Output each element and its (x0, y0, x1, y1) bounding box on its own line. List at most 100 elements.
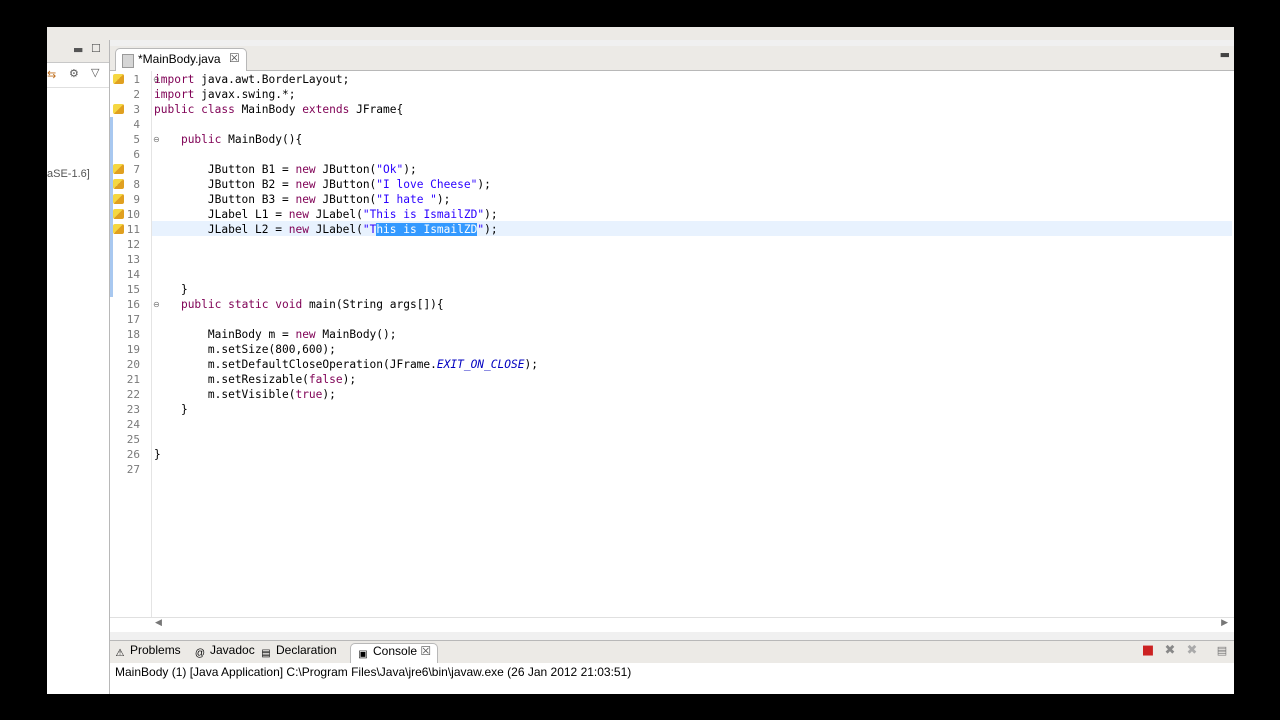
warning-icon[interactable] (113, 209, 124, 219)
code-line[interactable]: public static void main(String args[]){ (154, 297, 444, 312)
code-line[interactable]: JButton B3 = new JButton("I hate "); (154, 192, 451, 207)
code-line[interactable]: JButton B1 = new JButton("Ok"); (154, 162, 417, 177)
code-token: new (295, 163, 316, 176)
line-number: 3 (133, 103, 140, 116)
warning-icon[interactable] (113, 164, 124, 174)
code-token: new (295, 193, 316, 206)
code-area[interactable]: import java.awt.BorderLayout; import java… (151, 71, 1232, 617)
code-token: "T (362, 223, 377, 236)
code-token: "This is IsmailZD" (362, 208, 485, 221)
scroll-left-icon[interactable]: ◀ (155, 618, 162, 628)
line-number: 6 (133, 148, 140, 161)
horizontal-scrollbar[interactable]: ◀ ▶ (110, 617, 1234, 632)
warning-icon[interactable] (113, 179, 124, 189)
line-number: 12 (126, 238, 140, 251)
code-line[interactable]: } (154, 447, 161, 462)
tab-declaration[interactable]: ▤ Declaration (260, 643, 337, 663)
code-line[interactable]: m.setDefaultCloseOperation(JFrame.EXIT_O… (154, 357, 538, 372)
line-number: 24 (126, 418, 140, 431)
code-token: ); (322, 388, 336, 401)
tab-mainbody-java[interactable]: *MainBody.java ☒ (115, 48, 247, 71)
line-number: 21 (126, 373, 140, 386)
code-token: new (288, 223, 309, 236)
code-line[interactable]: import javax.swing.*; (154, 87, 295, 102)
remove-all-launches-icon[interactable]: ✖ (1185, 644, 1199, 658)
tab-label: Console (373, 644, 418, 658)
console-icon: ▣ (358, 649, 368, 660)
line-number: 27 (126, 463, 140, 476)
problems-icon: ⚠ (115, 648, 125, 659)
code-line[interactable]: m.setVisible(true); (154, 387, 336, 402)
code-token: EXIT_ON_CLOSE (436, 358, 525, 371)
line-number: 16 (126, 298, 140, 311)
code-line[interactable]: JLabel L1 = new JLabel("This is IsmailZD… (154, 207, 498, 222)
code-token: MainBody (234, 103, 303, 116)
quick-diff-bar (110, 117, 113, 297)
close-icon[interactable]: ☒ (417, 644, 431, 658)
close-icon[interactable]: ☒ (229, 51, 240, 65)
clear-console-icon[interactable]: ▤ (1215, 644, 1229, 658)
line-number-gutter: 1 ⊖ 2 3 4 5 ⊖ 6 7 8 9 10 11 12 13 14 15 16 ⊖ 17 18 19 20 21 22 23… (125, 71, 160, 617)
line-number: 11 (126, 223, 140, 236)
bottom-view-tabs: ■ ✖ ✖ ▤ ⚠ Problems @ Javadoc ▤ Declaration ▣ Co… (110, 640, 1234, 664)
minimize-icon[interactable]: ▬ (73, 43, 83, 56)
code-line[interactable]: } (154, 282, 188, 297)
terminate-icon[interactable]: ■ (1141, 644, 1155, 658)
tab-label: Problems (130, 643, 181, 657)
minimize-icon[interactable]: ▬ (1220, 48, 1230, 61)
code-token: m.setDefaultCloseOperation(JFrame. (154, 358, 437, 371)
code-token: JButton( (315, 193, 377, 206)
console-status-line: MainBody (1) [Java Application] C:\Progr… (115, 665, 632, 679)
line-number: 9 (133, 193, 140, 206)
remove-launch-icon[interactable]: ✖ (1163, 644, 1177, 658)
code-token: MainBody m = (154, 328, 296, 341)
code-token: JButton B2 = (154, 178, 296, 191)
editor-tab-bar: *MainBody.java ☒ ▬ (110, 46, 1234, 71)
vertical-ruler (110, 71, 125, 617)
code-token: extends (302, 103, 350, 116)
code-line[interactable]: import java.awt.BorderLayout; (154, 72, 349, 87)
tab-problems[interactable]: ⚠ Problems (114, 643, 181, 663)
tab-label: *MainBody.java (138, 52, 221, 66)
line-number: 2 (133, 88, 140, 101)
warning-icon[interactable] (113, 194, 124, 204)
code-line[interactable]: MainBody m = new MainBody(); (154, 327, 397, 342)
code-token: javax.swing.*; (194, 88, 296, 101)
line-number: 13 (126, 253, 140, 266)
collapse-all-icon[interactable]: ⚙ (69, 67, 79, 80)
tab-label: Declaration (276, 643, 337, 657)
line-number: 1 (133, 73, 140, 86)
maximize-icon[interactable]: ☐ (91, 42, 101, 55)
tab-javadoc[interactable]: @ Javadoc (194, 643, 255, 663)
code-token: "I love Cheese" (376, 178, 478, 191)
tab-console[interactable]: ▣ Console ☒ (350, 643, 439, 664)
code-line[interactable]: } (154, 402, 188, 417)
console-output[interactable]: MainBody (1) [Java Application] C:\Progr… (110, 663, 1234, 694)
package-explorer-panel: ▬ ☐ ⇆ ⚙ ▽ aSE-1.6] (47, 40, 110, 694)
code-line[interactable]: public MainBody(){ (154, 132, 302, 147)
code-token: JButton B1 = (154, 163, 296, 176)
view-menu-icon[interactable]: ▽ (91, 66, 99, 79)
code-token: ); (524, 358, 538, 371)
code-line[interactable]: public class MainBody extends JFrame{ (154, 102, 403, 117)
warning-icon[interactable] (113, 104, 124, 114)
line-number: 25 (126, 433, 140, 446)
warning-icon[interactable] (113, 74, 124, 84)
code-line[interactable]: m.setSize(800,600); (154, 342, 336, 357)
warning-icon[interactable] (113, 224, 124, 234)
code-token: main(String args[]){ (302, 298, 444, 311)
code-line[interactable]: JButton B2 = new JButton("I love Cheese"… (154, 177, 491, 192)
code-token: "I hate " (376, 193, 437, 206)
code-token: ); (436, 193, 451, 206)
code-token: import (154, 73, 195, 86)
scroll-right-icon[interactable]: ▶ (1221, 618, 1228, 628)
code-line[interactable]: m.setResizable(false); (154, 372, 356, 387)
line-number: 19 (126, 343, 140, 356)
code-line[interactable]: JLabel L2 = new JLabel("This is IsmailZD… (154, 222, 498, 237)
code-token: JFrame{ (349, 103, 404, 116)
link-editor-icon[interactable]: ⇆ (47, 68, 56, 81)
jre-library-label[interactable]: aSE-1.6] (47, 168, 90, 180)
code-editor[interactable]: 1 ⊖ 2 3 4 5 ⊖ 6 7 8 9 10 11 12 13 14 15 16 ⊖ 17 18 19 20 21 22 23… (110, 71, 1234, 617)
